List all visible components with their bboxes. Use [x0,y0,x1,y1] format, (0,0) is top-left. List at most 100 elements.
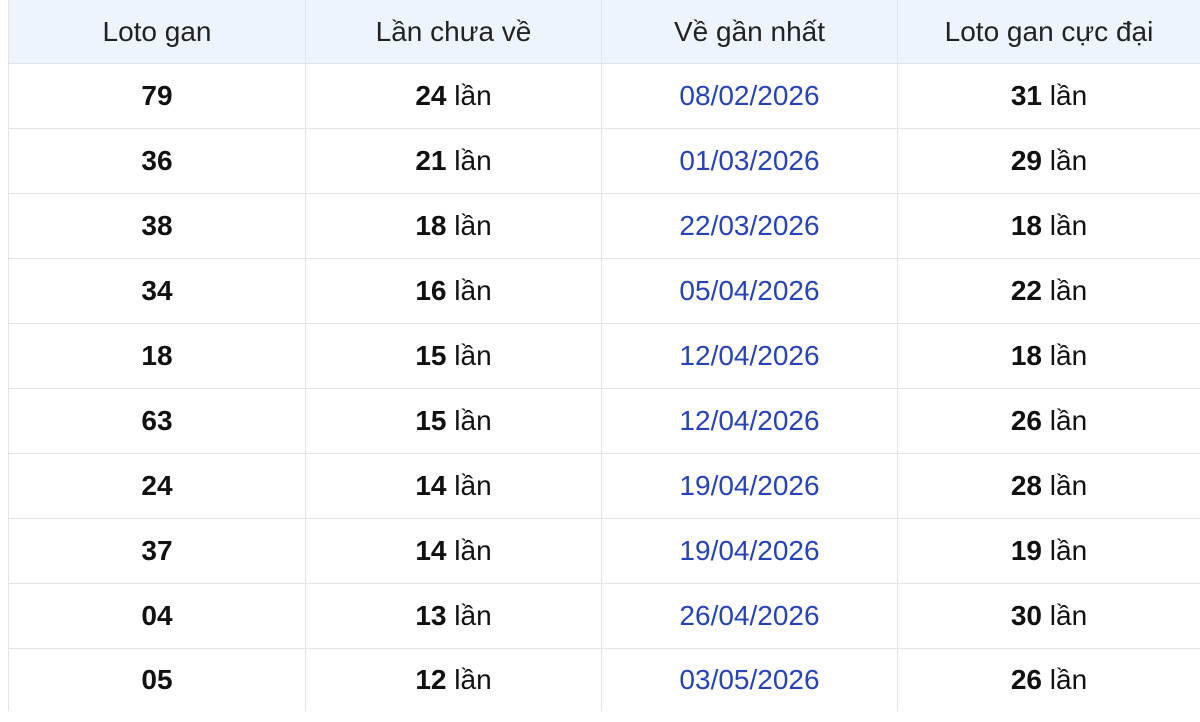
loto-number: 04 [141,600,173,631]
lan-chua-ve-cell: 12 lần [305,648,602,711]
loto-number: 24 [141,470,173,501]
date-link[interactable]: 22/03/2026 [679,210,819,241]
date-link[interactable]: 26/04/2026 [679,600,819,631]
table-row: 05 12 lần 03/05/2026 26 lần [8,648,1200,711]
cuc-dai-count: 18 [1010,340,1042,371]
lan-unit: lần [1049,145,1088,176]
table-row: 63 15 lần 12/04/2026 26 lần [8,388,1200,454]
cuc-dai-count: 26 [1010,405,1042,436]
lan-chua-ve-count: 15 [415,405,447,436]
lan-unit: lần [454,340,492,371]
table-row: 04 13 lần 26/04/2026 30 lần [8,583,1200,649]
lan-unit: lần [1049,600,1088,631]
cuc-dai-count: 29 [1010,145,1042,176]
header-loto-gan-cuc-dai: Loto gan cực đại [897,0,1200,64]
date-link[interactable]: 19/04/2026 [679,470,819,501]
cuc-dai-cell: 30 lần [897,583,1200,649]
table-row: 18 15 lần 12/04/2026 18 lần [8,323,1200,389]
cuc-dai-cell: 26 lần [897,648,1200,711]
header-lan-chua-ve: Lần chưa về [305,0,602,64]
cuc-dai-cell: 18 lần [897,323,1200,389]
date-link[interactable]: 08/02/2026 [679,80,819,111]
table-row: 79 24 lần 08/02/2026 31 lần [8,63,1200,129]
ve-gan-nhat-cell: 03/05/2026 [601,648,898,711]
loto-number-cell: 04 [8,583,306,649]
lan-unit: lần [454,275,492,306]
date-link[interactable]: 12/04/2026 [679,405,819,436]
lan-unit: lần [454,210,492,241]
cuc-dai-count: 31 [1010,80,1042,111]
cuc-dai-cell: 29 lần [897,128,1200,194]
lan-chua-ve-cell: 14 lần [305,453,602,519]
lan-chua-ve-cell: 24 lần [305,63,602,129]
lan-unit: lần [1049,664,1088,695]
lan-chua-ve-cell: 16 lần [305,258,602,324]
table-row: 38 18 lần 22/03/2026 18 lần [8,193,1200,259]
table-row: 24 14 lần 19/04/2026 28 lần [8,453,1200,519]
lan-chua-ve-count: 15 [415,340,447,371]
cuc-dai-count: 26 [1010,664,1042,695]
cuc-dai-count: 22 [1010,275,1042,306]
loto-number: 37 [141,535,173,566]
loto-number-cell: 38 [8,193,306,259]
lan-chua-ve-cell: 15 lần [305,388,602,454]
cuc-dai-cell: 19 lần [897,518,1200,584]
lan-unit: lần [454,470,492,501]
loto-number: 36 [141,145,173,176]
ve-gan-nhat-cell: 22/03/2026 [601,193,898,259]
lan-chua-ve-count: 18 [415,210,447,241]
lan-chua-ve-count: 16 [415,275,447,306]
cuc-dai-count: 19 [1010,535,1042,566]
cuc-dai-count: 18 [1010,210,1042,241]
lan-chua-ve-count: 24 [415,80,447,111]
lan-unit: lần [1049,340,1088,371]
lan-unit: lần [1049,275,1088,306]
loto-number: 63 [141,405,173,436]
lan-unit: lần [454,405,492,436]
lan-unit: lần [454,145,492,176]
ve-gan-nhat-cell: 19/04/2026 [601,453,898,519]
header-row: Loto gan Lần chưa về Về gần nhất Loto ga… [8,0,1200,64]
loto-number-cell: 79 [8,63,306,129]
header-loto-gan: Loto gan [8,0,306,64]
lan-chua-ve-cell: 18 lần [305,193,602,259]
cuc-dai-cell: 18 lần [897,193,1200,259]
date-link[interactable]: 03/05/2026 [679,664,819,695]
loto-number: 38 [141,210,173,241]
cuc-dai-count: 30 [1010,600,1042,631]
lan-chua-ve-count: 21 [415,145,447,176]
lan-chua-ve-count: 13 [415,600,447,631]
date-link[interactable]: 19/04/2026 [679,535,819,566]
cuc-dai-cell: 31 lần [897,63,1200,129]
lan-unit: lần [454,80,492,111]
lan-unit: lần [1049,80,1088,111]
table-body: 79 24 lần 08/02/2026 31 lần 36 21 lần 01/03/20… [8,63,1200,711]
lan-unit: lần [454,664,492,695]
loto-number: 05 [141,664,173,695]
lan-chua-ve-cell: 15 lần [305,323,602,389]
ve-gan-nhat-cell: 12/04/2026 [601,323,898,389]
date-link[interactable]: 01/03/2026 [679,145,819,176]
table-row: 34 16 lần 05/04/2026 22 lần [8,258,1200,324]
loto-number-cell: 34 [8,258,306,324]
date-link[interactable]: 05/04/2026 [679,275,819,306]
lan-chua-ve-cell: 21 lần [305,128,602,194]
cuc-dai-cell: 26 lần [897,388,1200,454]
cuc-dai-cell: 28 lần [897,453,1200,519]
loto-number: 34 [141,275,173,306]
lan-chua-ve-count: 14 [415,535,447,566]
ve-gan-nhat-cell: 26/04/2026 [601,583,898,649]
lan-unit: lần [1049,470,1088,501]
date-link[interactable]: 12/04/2026 [679,340,819,371]
loto-number-cell: 37 [8,518,306,584]
loto-number: 18 [141,340,173,371]
lan-unit: lần [1049,405,1088,436]
lan-chua-ve-count: 12 [415,664,447,695]
lan-chua-ve-cell: 13 lần [305,583,602,649]
loto-number-cell: 63 [8,388,306,454]
lan-chua-ve-count: 14 [415,470,447,501]
cuc-dai-cell: 22 lần [897,258,1200,324]
lan-unit: lần [454,535,492,566]
lan-unit: lần [1049,535,1088,566]
loto-number-cell: 36 [8,128,306,194]
